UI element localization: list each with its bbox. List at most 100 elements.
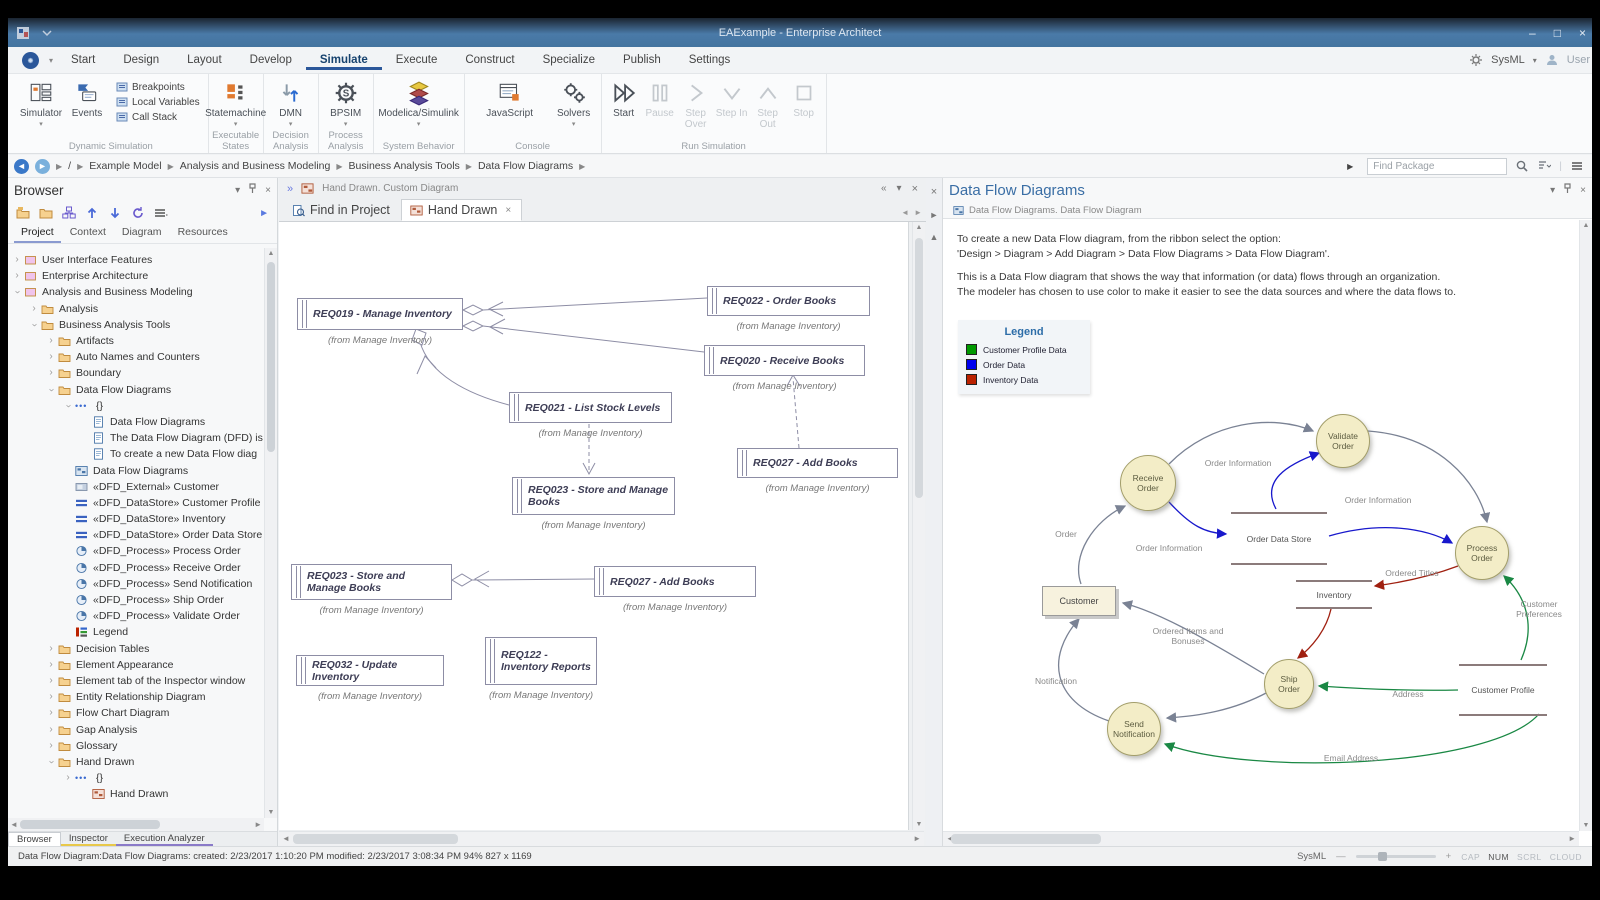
ribbon-tab-develop[interactable]: Develop [236, 50, 306, 70]
bottom-tab-execution-analyzer[interactable]: Execution Analyzer [116, 832, 213, 846]
ribbon-tab-specialize[interactable]: Specialize [529, 50, 609, 70]
dfd-process-process-order[interactable]: Process Order [1455, 526, 1509, 580]
collapse-icon[interactable]: › [63, 401, 73, 411]
status-toggle-cap[interactable]: CAP [1461, 852, 1480, 862]
user-icon[interactable] [1545, 53, 1559, 67]
folder-icon[interactable] [39, 206, 53, 220]
filter-list-icon[interactable] [1537, 159, 1551, 173]
ribbon-menu-caret[interactable]: ▾ [45, 52, 57, 69]
canvas-vertical-scrollbar[interactable]: ▲ ▼ [912, 222, 925, 830]
document-tab-find-in-project[interactable]: Find in Project [283, 199, 401, 221]
find-package-input[interactable] [1367, 158, 1507, 175]
dfd-external-customer[interactable]: Customer [1042, 586, 1116, 616]
expand-icon[interactable]: › [46, 644, 56, 654]
tree-item[interactable]: «DFD_Process» Process Order [8, 543, 264, 559]
tree-item[interactable]: ›•••{} [8, 398, 264, 414]
tree-item[interactable]: «DFD_Process» Validate Order [8, 608, 264, 624]
call-stack-item[interactable]: Call Stack [116, 111, 200, 123]
modelica-simulink-button[interactable]: Modelica/Simulink▾ [378, 76, 460, 128]
tree-item[interactable]: ›Data Flow Diagrams [8, 382, 264, 398]
requirement-node-req019[interactable]: REQ019 - Manage Inventory [297, 298, 463, 330]
status-toggle-num[interactable]: NUM [1488, 852, 1509, 862]
ribbon-tab-publish[interactable]: Publish [609, 50, 675, 70]
browser-vertical-scrollbar[interactable]: ▲ ▼ [264, 248, 277, 818]
tree-item[interactable]: «DFD_DataStore» Inventory [8, 511, 264, 527]
dfd-process-send-notification[interactable]: Send Notification [1107, 702, 1161, 756]
move-down-icon[interactable] [108, 206, 122, 220]
ribbon-tab-layout[interactable]: Layout [173, 50, 236, 70]
strip-close-icon[interactable]: × [931, 186, 937, 198]
expand-icon[interactable]: › [46, 725, 56, 735]
tree-item[interactable]: ›User Interface Features [8, 252, 264, 268]
status-perspective[interactable]: SysML [1297, 851, 1326, 862]
requirement-node-req020[interactable]: REQ020 - Receive Books [704, 345, 865, 376]
bpsim-button[interactable]: SBPSIM▾ [323, 76, 369, 128]
status-toggle-cloud[interactable]: CLOUD [1550, 852, 1582, 862]
caption-dropdown-icon[interactable]: ▾ [897, 183, 902, 194]
browser-expand-icon[interactable]: ► [259, 208, 269, 219]
perspective-label[interactable]: SysML [1491, 54, 1525, 66]
tree-item[interactable]: ›Enterprise Architecture [8, 268, 264, 284]
tree-item[interactable]: Legend [8, 624, 264, 640]
new-package-icon[interactable] [16, 206, 30, 220]
tree-item[interactable]: ›Boundary [8, 365, 264, 381]
dfd-datastore-order-data-store[interactable]: Order Data Store [1231, 512, 1327, 565]
minimize-button[interactable]: – [1529, 26, 1536, 40]
tree-item[interactable]: «DFD_Process» Receive Order [8, 560, 264, 576]
requirement-node-req023[interactable]: REQ023 - Store and Manage Books [512, 477, 675, 515]
dfd-panel-close-icon[interactable]: × [1580, 185, 1586, 196]
browser-horizontal-scrollbar[interactable]: ◄ ► [8, 818, 264, 831]
expand-arrow-icon[interactable]: ▶ [1347, 162, 1353, 171]
local-variables-item[interactable]: Local Variables [116, 96, 200, 108]
tree-item[interactable]: ›Analysis and Business Modeling [8, 284, 264, 300]
expand-icon[interactable]: › [29, 304, 39, 314]
dfd-process-ship-order[interactable]: Ship Order [1264, 659, 1314, 709]
browser-tab-diagram[interactable]: Diagram [115, 224, 169, 243]
collapse-icon[interactable]: › [46, 757, 56, 767]
tree-item[interactable]: «DFD_External» Customer [8, 479, 264, 495]
document-tab-hand-drawn[interactable]: Hand Drawn× [401, 199, 522, 221]
expand-icon[interactable]: › [46, 660, 56, 670]
expand-icon[interactable]: › [46, 336, 56, 346]
tree-item[interactable]: «DFD_DataStore» Customer Profile [8, 495, 264, 511]
dfd-process-receive-order[interactable]: Receive Order [1120, 455, 1176, 511]
package-hierarchy-icon[interactable] [62, 206, 76, 220]
browser-tab-resources[interactable]: Resources [171, 224, 235, 243]
bottom-tab-browser[interactable]: Browser [8, 832, 61, 846]
zoom-in-icon[interactable]: + [1446, 851, 1452, 862]
requirement-node-req023b[interactable]: REQ023 - Store and Manage Books [291, 564, 452, 600]
close-button[interactable]: × [1579, 26, 1586, 40]
tree-item[interactable]: ›Element Appearance [8, 657, 264, 673]
dfd-diagram[interactable]: Receive OrderValidate OrderProcess Order… [943, 308, 1579, 831]
breadcrumb-item[interactable]: Analysis and Business Modeling [180, 160, 331, 172]
dmn-button[interactable]: DMN▾ [268, 76, 314, 128]
dfd-panel-dropdown-icon[interactable]: ▾ [1550, 185, 1555, 196]
ribbon-tab-settings[interactable]: Settings [675, 50, 745, 70]
ribbon-tab-simulate[interactable]: Simulate [306, 50, 382, 70]
nav-forward-button[interactable]: ► [35, 159, 50, 174]
ribbon-tab-construct[interactable]: Construct [451, 50, 528, 70]
tree-item[interactable]: ›Element tab of the Inspector window [8, 673, 264, 689]
user-label[interactable]: User [1567, 54, 1590, 66]
tab-close-icon[interactable]: × [505, 205, 511, 216]
expand-icon[interactable]: › [12, 255, 22, 265]
events-button[interactable]: Events [64, 76, 110, 119]
statemachine-button[interactable]: Statemachine▾ [213, 76, 259, 128]
expand-icon[interactable]: › [46, 676, 56, 686]
tree-item[interactable]: «DFD_DataStore» Order Data Store [8, 527, 264, 543]
tree-item[interactable]: To create a new Data Flow diag [8, 446, 264, 462]
dfd-panel-pin-icon[interactable] [1563, 183, 1572, 197]
tree-item[interactable]: The Data Flow Diagram (DFD) is [8, 430, 264, 446]
requirement-node-req027[interactable]: REQ027 - Add Books [737, 448, 898, 478]
breadcrumb-item[interactable]: Example Model [89, 160, 161, 172]
start-button[interactable]: Start [606, 76, 642, 119]
tree-item[interactable]: Data Flow Diagrams [8, 414, 264, 430]
diagram-close-icon[interactable]: × [912, 183, 918, 195]
browser-tab-project[interactable]: Project [14, 224, 61, 243]
solvers-button[interactable]: Solvers▾ [551, 76, 597, 128]
hamburger-menu-icon[interactable] [1570, 159, 1584, 173]
ribbon-tab-execute[interactable]: Execute [382, 50, 452, 70]
perspective-caret-icon[interactable]: ▾ [1533, 56, 1537, 65]
options-menu-icon[interactable] [154, 206, 168, 220]
expand-icon[interactable]: › [46, 368, 56, 378]
